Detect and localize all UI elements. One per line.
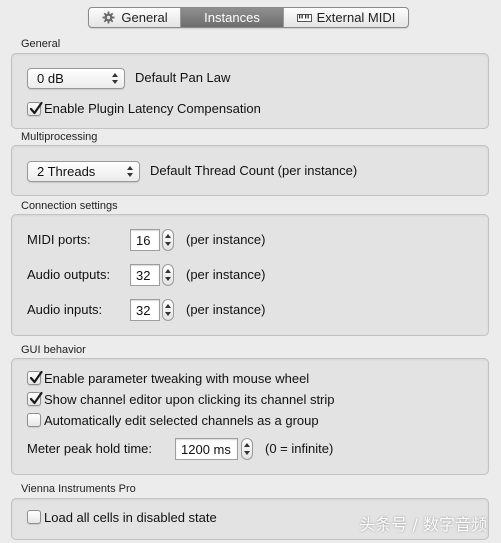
multiprocessing-section-title: Multiprocessing	[21, 131, 98, 143]
popup-arrows-icon	[111, 71, 119, 86]
meter-peak-hold-label: Meter peak hold time:	[27, 441, 153, 456]
general-group	[11, 53, 489, 129]
latency-compensation-label: Enable Plugin Latency Compensation	[44, 101, 261, 116]
pan-law-label: Default Pan Law	[135, 70, 231, 85]
midi-keyboard-icon	[296, 12, 312, 24]
mouse-wheel-tweak-checkbox[interactable]	[27, 370, 43, 385]
latency-compensation-checkbox[interactable]	[27, 101, 43, 116]
meter-peak-hold-stepper[interactable]	[241, 438, 253, 460]
load-cells-disabled-checkbox[interactable]	[27, 510, 41, 524]
tab-general[interactable]: General	[89, 8, 181, 27]
midi-ports-value: 16	[136, 232, 151, 248]
midi-ports-unit: (per instance)	[186, 232, 266, 247]
audio-inputs-label: Audio inputs:	[27, 302, 103, 317]
audio-outputs-stepper[interactable]	[162, 264, 174, 286]
midi-ports-field[interactable]: 16	[130, 229, 160, 251]
audio-outputs-unit: (per instance)	[186, 267, 266, 282]
auto-edit-group-label: Automatically edit selected channels as …	[44, 413, 319, 428]
tab-instances[interactable]: Instances	[181, 8, 284, 27]
mouse-wheel-tweak-label: Enable parameter tweaking with mouse whe…	[44, 371, 310, 386]
auto-edit-group-checkbox[interactable]	[27, 413, 41, 427]
meter-peak-hold-value: 1200 ms	[181, 441, 231, 457]
meter-peak-hold-field[interactable]: 1200 ms	[175, 438, 238, 460]
thread-count-label: Default Thread Count (per instance)	[150, 163, 358, 178]
gear-icon	[101, 11, 116, 24]
general-section-title: General	[21, 38, 61, 50]
show-channel-editor-checkbox[interactable]	[27, 391, 43, 406]
load-cells-disabled-label: Load all cells in disabled state	[44, 510, 217, 525]
audio-outputs-field[interactable]: 32	[130, 264, 160, 286]
preferences-tab-bar: General Instances External MIDI	[88, 7, 409, 28]
tab-instances-label: Instances	[204, 10, 260, 25]
pan-law-value: 0 dB	[37, 71, 64, 86]
meter-peak-hold-hint: (0 = infinite)	[265, 441, 334, 456]
gui-section-title: GUI behavior	[21, 344, 86, 356]
tab-external-midi-label: External MIDI	[316, 10, 396, 25]
audio-outputs-label: Audio outputs:	[27, 267, 111, 282]
connection-section-title: Connection settings	[21, 200, 118, 212]
vienna-section-title: Vienna Instruments Pro	[21, 483, 136, 495]
audio-inputs-field[interactable]: 32	[130, 299, 160, 321]
tab-external-midi[interactable]: External MIDI	[284, 8, 408, 27]
thread-count-popup[interactable]: 2 Threads	[27, 161, 140, 182]
audio-inputs-unit: (per instance)	[186, 302, 266, 317]
audio-inputs-stepper[interactable]	[162, 299, 174, 321]
midi-ports-stepper[interactable]	[162, 229, 174, 251]
audio-inputs-value: 32	[136, 302, 151, 318]
watermark-text: 头条号 / 数字音频	[359, 515, 487, 534]
thread-count-value: 2 Threads	[37, 164, 96, 179]
pan-law-popup[interactable]: 0 dB	[27, 68, 125, 89]
popup-arrows-icon	[126, 164, 134, 179]
tab-general-label: General	[121, 10, 168, 25]
midi-ports-label: MIDI ports:	[27, 232, 91, 247]
audio-outputs-value: 32	[136, 267, 151, 283]
show-channel-editor-label: Show channel editor upon clicking its ch…	[44, 392, 335, 407]
